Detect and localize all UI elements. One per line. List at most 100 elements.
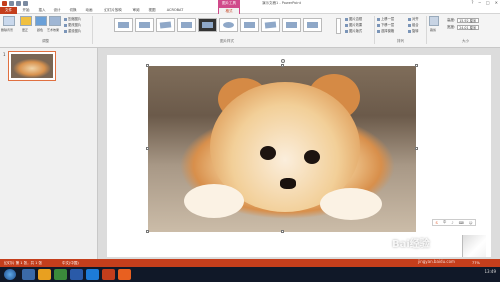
work-area: 1 S 中 ♪ ⌨ ☺ bbox=[0, 48, 500, 259]
group-divider bbox=[92, 16, 93, 44]
taskbar-app-icon[interactable] bbox=[118, 269, 131, 280]
watermark-logo: Bai经验 bbox=[392, 239, 430, 250]
crop-button[interactable] bbox=[429, 16, 439, 26]
picture-style-thumb[interactable] bbox=[261, 18, 280, 32]
corrections-label: 更正 bbox=[22, 28, 29, 32]
picture-style-thumb[interactable] bbox=[156, 18, 175, 32]
artistic-effects-button[interactable] bbox=[49, 16, 61, 26]
tab-review[interactable]: 审阅 bbox=[130, 7, 142, 14]
ime-floating-toolbar: S 中 ♪ ⌨ ☺ bbox=[432, 219, 476, 226]
dog-eye-left bbox=[260, 146, 276, 160]
window-title: 演示文稿1 - PowerPoint bbox=[262, 1, 301, 5]
corrections-button[interactable] bbox=[20, 16, 32, 26]
tab-transitions[interactable]: 切换 bbox=[67, 7, 79, 14]
ribbon-tabs: 文件 开始 插入 设计 切换 动画 幻灯片放映 审阅 视图 ACROBAT 格式 bbox=[0, 7, 500, 14]
tab-animations[interactable]: 动画 bbox=[83, 7, 95, 14]
resize-handle[interactable] bbox=[415, 147, 418, 150]
tab-acrobat[interactable]: ACROBAT bbox=[162, 7, 188, 14]
resize-handle[interactable] bbox=[281, 230, 284, 233]
slide-number: 1 bbox=[3, 52, 6, 57]
selection-pane-button[interactable]: 选择窗格 bbox=[377, 28, 394, 33]
compress-pictures-button[interactable]: 压缩图片 bbox=[64, 16, 81, 21]
taskbar-app-icon[interactable] bbox=[22, 269, 35, 280]
picture-style-thumb[interactable] bbox=[219, 18, 238, 32]
size-fields: 高度: 15.92 厘米 宽度: 24.01 厘米 bbox=[447, 17, 480, 31]
remove-background-label: 删除背景 bbox=[1, 28, 14, 32]
maximize-button[interactable]: □ bbox=[486, 0, 490, 5]
height-input[interactable]: 15.92 厘米 bbox=[457, 18, 480, 23]
resize-handle[interactable] bbox=[415, 64, 418, 67]
slide-thumbnails-pane: 1 bbox=[0, 48, 98, 259]
color-button[interactable] bbox=[35, 16, 47, 26]
group-button[interactable]: 组合 bbox=[408, 22, 419, 27]
resize-handle[interactable] bbox=[146, 64, 149, 67]
slide-canvas[interactable] bbox=[107, 55, 491, 257]
picture-style-thumb[interactable] bbox=[303, 18, 322, 32]
help-button[interactable]: ? bbox=[471, 0, 473, 5]
picture-style-thumb[interactable] bbox=[135, 18, 154, 32]
picture-effects-button[interactable]: 图片效果 bbox=[345, 22, 362, 27]
tab-home[interactable]: 开始 bbox=[20, 7, 32, 14]
picture-style-thumb[interactable] bbox=[198, 18, 217, 32]
dog-picture[interactable] bbox=[148, 66, 416, 232]
arrange-group-label: 排列 bbox=[397, 39, 404, 43]
picture-styles-gallery bbox=[114, 18, 322, 32]
ime-emoji-icon[interactable]: ☺ bbox=[469, 221, 473, 225]
picture-style-thumb[interactable] bbox=[114, 18, 133, 32]
tab-insert[interactable]: 插入 bbox=[36, 7, 48, 14]
rotate-button[interactable]: 旋转 bbox=[408, 28, 419, 33]
undo-icon[interactable] bbox=[16, 1, 21, 6]
redo-icon[interactable] bbox=[23, 1, 28, 6]
resize-handle[interactable] bbox=[281, 64, 284, 67]
taskbar-app-icon[interactable] bbox=[70, 269, 83, 280]
system-clock[interactable]: 13:49 bbox=[484, 269, 496, 274]
dog-paw-right bbox=[320, 188, 382, 220]
page-curl-corner bbox=[462, 235, 486, 257]
gallery-more-button[interactable] bbox=[336, 18, 341, 34]
picture-style-thumb[interactable] bbox=[177, 18, 196, 32]
taskbar: 13:49 bbox=[0, 267, 500, 282]
tab-file[interactable]: 文件 bbox=[0, 7, 17, 14]
bring-forward-button[interactable]: 上移一层 bbox=[377, 16, 394, 21]
color-label: 颜色 bbox=[37, 28, 44, 32]
quick-access-toolbar bbox=[2, 1, 28, 6]
taskbar-app-icon[interactable] bbox=[54, 269, 67, 280]
zoom-level[interactable]: 77% bbox=[472, 259, 480, 267]
resize-handle[interactable] bbox=[146, 230, 149, 233]
slide-thumbnail[interactable] bbox=[8, 51, 56, 81]
align-button[interactable]: 对齐 bbox=[408, 16, 419, 21]
picture-border-button[interactable]: 图片边框 bbox=[345, 16, 362, 21]
title-bar: 图片工具 演示文稿1 - PowerPoint ? ─ □ ✕ bbox=[0, 0, 500, 7]
tab-slideshow[interactable]: 幻灯片放映 bbox=[100, 7, 126, 14]
picture-style-thumb[interactable] bbox=[240, 18, 259, 32]
tab-view[interactable]: 视图 bbox=[146, 7, 158, 14]
group-divider bbox=[426, 16, 427, 44]
picture-layout-button[interactable]: 图片版式 bbox=[345, 28, 362, 33]
ime-logo-icon[interactable]: S bbox=[436, 221, 438, 225]
taskbar-app-icon[interactable] bbox=[38, 269, 51, 280]
minimize-button[interactable]: ─ bbox=[478, 0, 480, 5]
taskbar-powerpoint-icon[interactable] bbox=[102, 269, 115, 280]
ime-keyboard-icon[interactable]: ⌨ bbox=[459, 221, 464, 225]
resize-handle[interactable] bbox=[146, 147, 149, 150]
picture-style-thumb[interactable] bbox=[282, 18, 301, 32]
send-backward-button[interactable]: 下移一层 bbox=[377, 22, 394, 27]
rotate-handle[interactable] bbox=[281, 59, 285, 63]
save-icon[interactable] bbox=[9, 1, 14, 6]
taskbar-app-icon[interactable] bbox=[86, 269, 99, 280]
width-row: 宽度: 24.01 厘米 bbox=[447, 24, 480, 31]
tab-format[interactable]: 格式 bbox=[218, 7, 240, 14]
reset-picture-button[interactable]: 重设图片 bbox=[64, 28, 81, 33]
width-input[interactable]: 24.01 厘米 bbox=[457, 25, 480, 30]
remove-background-button[interactable] bbox=[3, 16, 15, 26]
ime-mode-icon[interactable]: 中 bbox=[443, 220, 447, 225]
language-indicator[interactable]: 中文(中国) bbox=[62, 259, 79, 267]
change-picture-button[interactable]: 更改图片 bbox=[64, 22, 81, 27]
start-button[interactable] bbox=[4, 269, 16, 280]
artistic-effects-label: 艺术效果 bbox=[47, 28, 60, 32]
dog-nose bbox=[280, 178, 296, 189]
ime-sound-icon[interactable]: ♪ bbox=[451, 221, 453, 225]
close-button[interactable]: ✕ bbox=[495, 0, 498, 5]
window-controls: ? ─ □ ✕ bbox=[471, 0, 498, 5]
tab-design[interactable]: 设计 bbox=[51, 7, 63, 14]
